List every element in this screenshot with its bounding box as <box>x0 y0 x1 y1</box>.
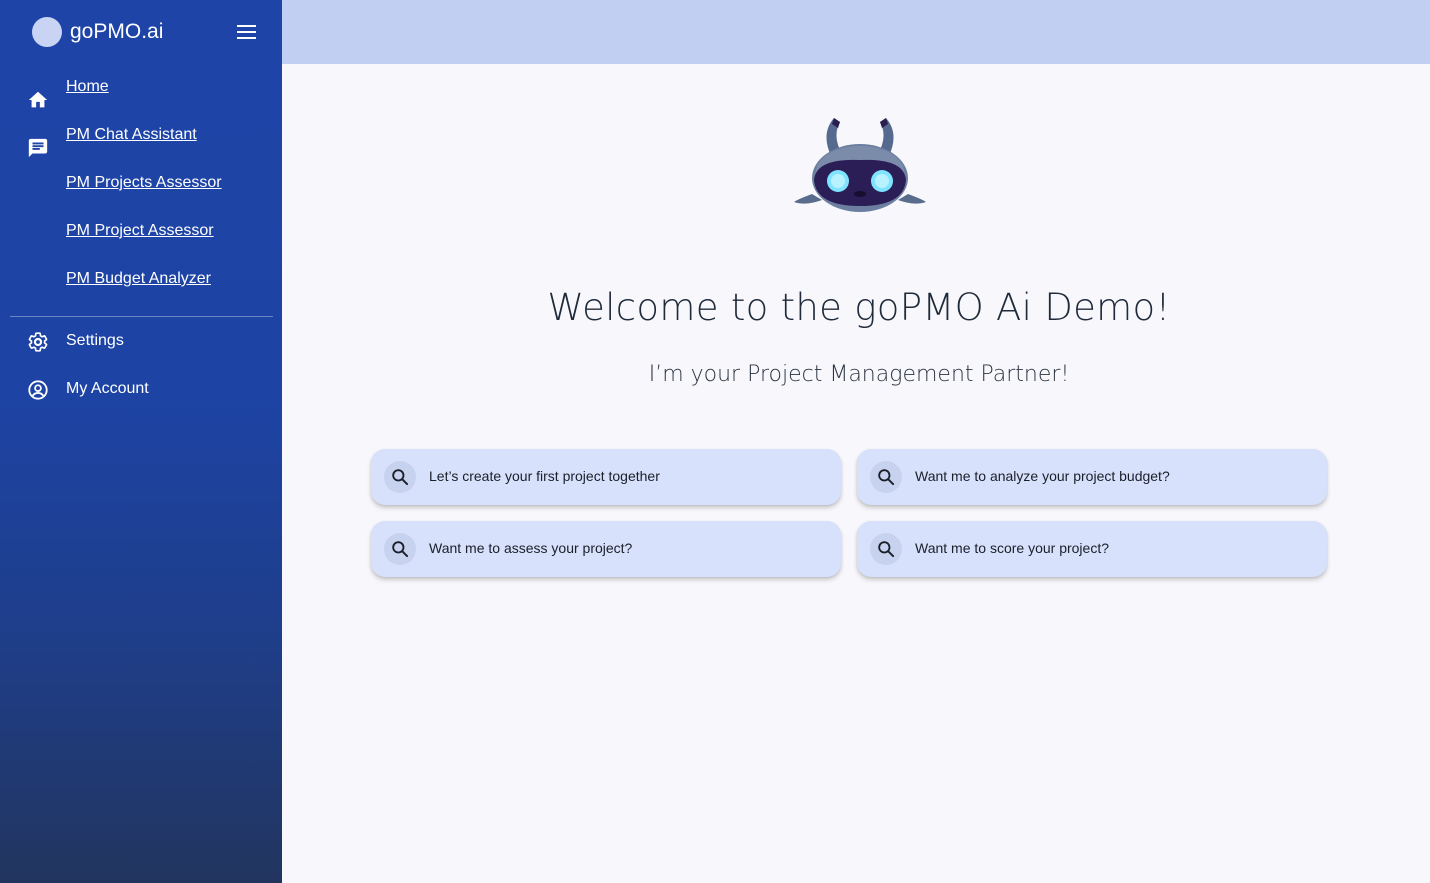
sidebar-divider <box>10 316 273 317</box>
search-icon <box>870 533 902 565</box>
suggestion-card-analyze-budget[interactable]: Want me to analyze your project budget? <box>857 449 1327 505</box>
welcome-heading: Welcome to the goPMO Ai Demo! <box>547 286 1171 329</box>
search-icon <box>384 533 416 565</box>
chat-icon <box>26 136 50 160</box>
sidebar-item-label[interactable]: Home <box>66 78 109 96</box>
sidebar-item-my-account[interactable]: My Account <box>0 378 282 418</box>
account-icon <box>26 378 50 402</box>
sidebar-item-label[interactable]: PM Project Assessor <box>66 222 214 240</box>
brand-name: goPMO.ai <box>70 20 164 43</box>
sidebar-item-home[interactable]: Home <box>0 78 282 118</box>
sidebar-item-label[interactable]: My Account <box>66 380 149 398</box>
brand-logo <box>32 17 62 47</box>
top-bar <box>282 0 1430 64</box>
sidebar-item-label[interactable]: PM Chat Assistant <box>66 126 197 144</box>
sidebar-item-pm-project-assessor[interactable]: PM Project Assessor <box>0 222 282 262</box>
sidebar-item-pm-chat-assistant[interactable]: PM Chat Assistant <box>0 126 282 166</box>
brand[interactable]: goPMO.ai <box>32 17 163 47</box>
sidebar-item-label[interactable]: PM Projects Assessor <box>66 174 222 192</box>
search-icon <box>870 461 902 493</box>
sidebar-item-settings[interactable]: Settings <box>0 330 282 370</box>
suggestion-text: Want me to score your project? <box>915 540 1110 556</box>
gear-icon <box>26 330 50 354</box>
suggestion-card-create-project[interactable]: Let’s create your first project together <box>371 449 841 505</box>
suggestion-text: Want me to assess your project? <box>429 540 633 556</box>
sidebar-item-label[interactable]: Settings <box>66 332 124 350</box>
sidebar-item-label[interactable]: PM Budget Analyzer <box>66 270 211 288</box>
home-icon <box>26 88 50 112</box>
robot-mascot-icon <box>792 114 928 216</box>
sidebar: goPMO.ai Home PM Chat Assistant PM Proje… <box>0 0 282 883</box>
welcome-subtitle: I’m your Project Management Partner! <box>648 362 1070 387</box>
search-icon <box>384 461 416 493</box>
suggestion-card-assess-project[interactable]: Want me to assess your project? <box>371 521 841 577</box>
sidebar-item-pm-projects-assessor[interactable]: PM Projects Assessor <box>0 174 282 214</box>
suggestion-text: Want me to analyze your project budget? <box>915 468 1170 484</box>
main-content: Welcome to the goPMO Ai Demo! I’m your P… <box>282 64 1430 883</box>
hamburger-menu-icon[interactable] <box>234 20 260 44</box>
suggestion-card-score-project[interactable]: Want me to score your project? <box>857 521 1327 577</box>
suggestion-text: Let’s create your first project together <box>429 468 660 484</box>
sidebar-item-pm-budget-analyzer[interactable]: PM Budget Analyzer <box>0 270 282 310</box>
